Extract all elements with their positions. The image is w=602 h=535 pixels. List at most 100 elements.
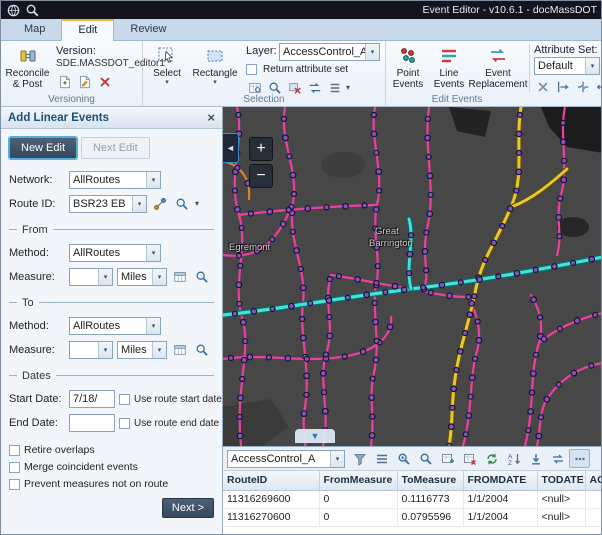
chevron-down-icon[interactable]: ▾	[195, 200, 199, 208]
cell-ac[interactable]	[585, 490, 602, 508]
extend-event-icon[interactable]	[594, 78, 602, 95]
rectangle-select-button[interactable]: Rectangle ▾	[189, 42, 241, 93]
choose-route-icon[interactable]	[151, 196, 169, 213]
merge-events-icon[interactable]	[574, 78, 592, 95]
move-row-icon[interactable]	[525, 449, 546, 468]
return-attribute-set-row: Return attribute set	[246, 64, 348, 75]
swap-columns-icon[interactable]	[547, 449, 568, 468]
return-attribute-set-checkbox[interactable]	[246, 64, 257, 75]
column-header-ac[interactable]: AC	[585, 471, 602, 490]
cell-frommeasure[interactable]: 0	[319, 508, 397, 526]
column-header-tomeasure[interactable]: ToMeasure	[397, 471, 463, 490]
locate-measure-icon[interactable]	[193, 269, 211, 286]
from-unit-combobox[interactable]: Miles ▾	[117, 268, 167, 286]
delete-row-icon[interactable]	[459, 449, 480, 468]
measure-picker-icon[interactable]	[171, 342, 189, 359]
refresh-grid-icon[interactable]	[481, 449, 502, 468]
fields-menu-icon[interactable]	[371, 449, 392, 468]
locate-route-icon[interactable]	[173, 196, 191, 213]
reconcile-post-button[interactable]: Reconcile & Post	[4, 42, 51, 93]
to-method-combobox[interactable]: AllRoutes ▾	[69, 317, 161, 335]
zoom-out-button[interactable]: −	[249, 164, 273, 188]
attribute-set-combobox[interactable]: Default ▾	[534, 57, 600, 75]
split-event-icon[interactable]	[554, 78, 572, 95]
change-version-icon[interactable]	[76, 73, 94, 90]
merge-coincident-checkbox[interactable]	[9, 462, 20, 473]
to-unit-combobox[interactable]: Miles ▾	[117, 341, 167, 359]
to-measure-combobox[interactable]: ▾	[69, 341, 113, 359]
column-header-fromdate[interactable]: FROMDATE	[463, 471, 537, 490]
next-button[interactable]: Next >	[162, 498, 214, 518]
chevron-down-icon: ▾	[585, 58, 599, 74]
map-view[interactable]: Egremont Great Barrington ◄ + − ▼	[223, 107, 602, 446]
to-measure-label: Measure:	[9, 344, 65, 356]
point-events-button[interactable]: Point Events	[388, 42, 428, 93]
use-route-start-checkbox[interactable]	[119, 394, 130, 405]
layer-label: Layer:	[246, 45, 277, 57]
cell-routeid[interactable]: 11316270600	[223, 508, 319, 526]
network-combobox[interactable]: AllRoutes ▾	[69, 171, 161, 189]
delete-events-icon[interactable]	[534, 78, 552, 95]
new-edit-button[interactable]: New Edit	[9, 137, 77, 159]
new-version-icon[interactable]	[56, 73, 74, 90]
cell-tomeasure[interactable]: 0.0795596	[397, 508, 463, 526]
grid-layer-combobox[interactable]: AccessControl_A ▾	[227, 450, 345, 468]
chevron-down-icon: ▾	[165, 79, 169, 87]
zoom-tool-icon[interactable]	[25, 3, 40, 18]
end-date-input[interactable]	[69, 414, 115, 432]
ribbon: Reconcile & Post Version: SDE.MASSDOT_ed…	[1, 41, 601, 107]
retire-overlaps-checkbox[interactable]	[9, 445, 20, 456]
divider	[529, 44, 530, 92]
cell-todate[interactable]: <null>	[537, 490, 585, 508]
tab-review[interactable]: Review	[114, 20, 182, 40]
pan-to-selection-icon[interactable]	[415, 449, 436, 468]
cell-ac[interactable]	[585, 508, 602, 526]
cell-routeid[interactable]: 11316269600	[223, 490, 319, 508]
zoom-in-button[interactable]: +	[249, 137, 273, 161]
versioning-tools	[56, 73, 114, 90]
event-replacement-button[interactable]: Event Replacement	[470, 42, 526, 93]
grid-options-icon[interactable]	[569, 449, 590, 468]
cell-fromdate[interactable]: 1/1/2004	[463, 508, 537, 526]
cell-fromdate[interactable]: 1/1/2004	[463, 490, 537, 508]
map-canvas[interactable]: Egremont Great Barrington	[223, 107, 602, 446]
use-route-start-label: Use route start date	[134, 394, 222, 405]
chevron-down-icon: ▾	[152, 342, 166, 358]
cell-todate[interactable]: <null>	[537, 508, 585, 526]
cell-frommeasure[interactable]: 0	[319, 490, 397, 508]
tab-edit[interactable]: Edit	[61, 19, 114, 41]
zoom-to-selection-icon[interactable]	[393, 449, 414, 468]
column-header-frommeasure[interactable]: FromMeasure	[319, 471, 397, 490]
delete-version-icon[interactable]	[96, 73, 114, 90]
table-row[interactable]: 11316270600 0 0.0795596 1/1/2004 <null>	[223, 508, 602, 526]
collapse-grid-button[interactable]: ▼	[295, 429, 335, 443]
column-header-todate[interactable]: TODATE	[537, 471, 585, 490]
route-id-value: BSR23 EB	[70, 198, 132, 210]
map-label-great: Great	[375, 226, 399, 237]
from-method-combobox[interactable]: AllRoutes ▾	[69, 244, 161, 262]
add-row-icon[interactable]	[437, 449, 458, 468]
sort-icon[interactable]: AZ	[503, 449, 524, 468]
table-row[interactable]: 11316269600 0 0.1116773 1/1/2004 <null>	[223, 490, 602, 508]
tab-map[interactable]: Map	[8, 20, 61, 40]
route-id-combobox[interactable]: BSR23 EB ▾	[69, 195, 147, 213]
next-edit-button[interactable]: Next Edit	[81, 137, 150, 159]
select-button[interactable]: Select ▾	[148, 42, 186, 93]
chevron-down-icon: ▾	[213, 79, 217, 87]
filter-icon[interactable]	[349, 449, 370, 468]
column-header-routeid[interactable]: RouteID	[223, 471, 319, 490]
cell-tomeasure[interactable]: 0.1116773	[397, 490, 463, 508]
group-edit-events: Point Events Line Events Event Replaceme…	[386, 41, 602, 106]
chevron-down-icon[interactable]: ▾	[346, 84, 350, 92]
collapse-panel-button[interactable]: ◄	[223, 133, 239, 163]
globe-icon[interactable]	[6, 3, 21, 18]
close-icon[interactable]: ×	[207, 111, 215, 124]
measure-picker-icon[interactable]	[171, 269, 189, 286]
line-events-button[interactable]: Line Events	[430, 42, 468, 93]
prevent-measures-checkbox[interactable]	[9, 479, 20, 490]
start-date-input[interactable]	[69, 390, 115, 408]
use-route-end-checkbox[interactable]	[119, 418, 130, 429]
from-measure-combobox[interactable]: ▾	[69, 268, 113, 286]
locate-measure-icon[interactable]	[193, 342, 211, 359]
layer-combobox[interactable]: AccessControl_A ▾	[279, 43, 380, 61]
